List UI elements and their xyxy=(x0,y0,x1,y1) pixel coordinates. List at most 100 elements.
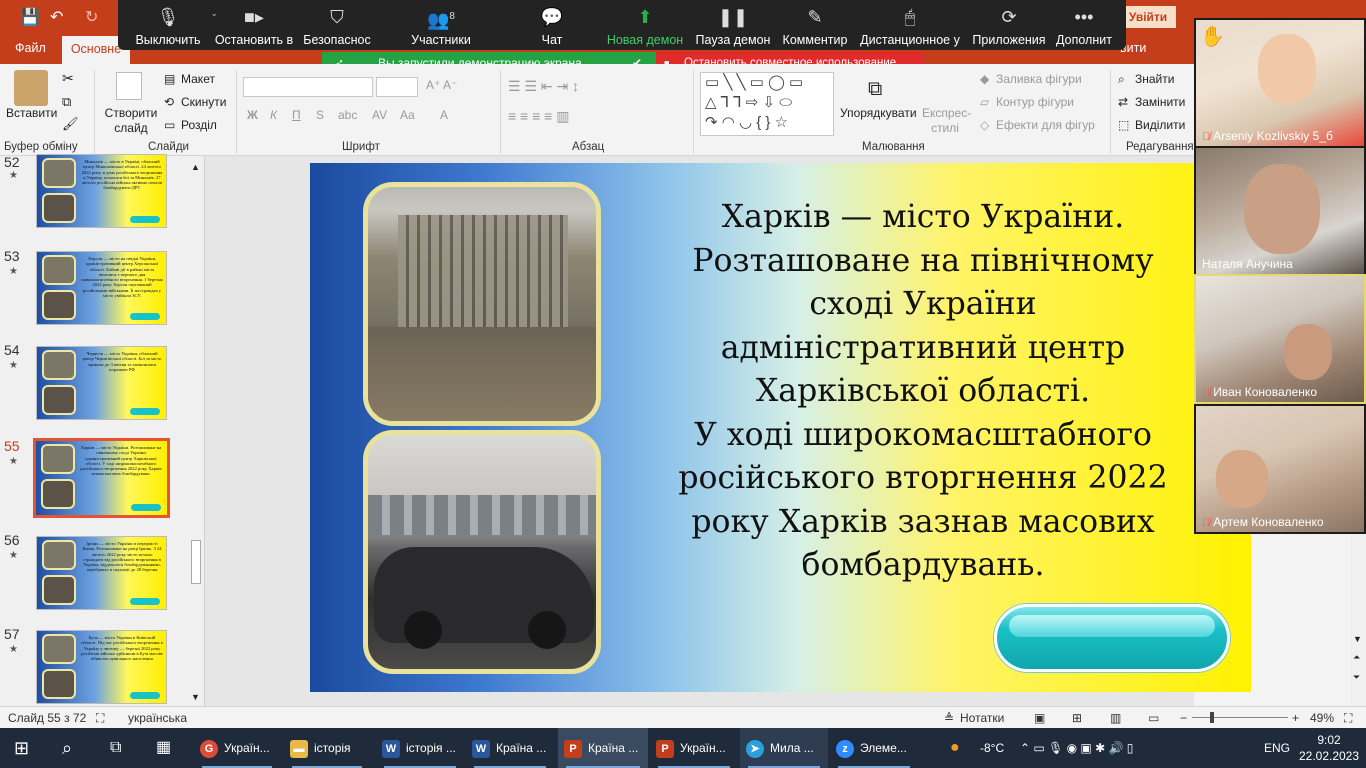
shapes-gallery[interactable]: ▭ ╲ ╲ ▭ ◯ ▭ △ ⅂ ⅂ ⇨ ⇩ ⬭ ↷ ◠ ◡ { } ☆ xyxy=(700,72,834,136)
thumbnail-scrollbar[interactable]: ▲ ▼ xyxy=(188,160,204,704)
zoom-in-icon[interactable]: + xyxy=(1292,711,1299,725)
shadow-icon[interactable]: S xyxy=(316,108,324,122)
taskbar-app-explorer[interactable]: ▬ історія xyxy=(284,728,370,768)
zoom-level[interactable]: 49% xyxy=(1310,711,1334,725)
shape-effects-button[interactable]: Ефекти для фігур xyxy=(996,118,1095,132)
annotate-button[interactable]: ✎ Комментир xyxy=(780,0,850,50)
zoom-slider[interactable] xyxy=(1192,717,1288,718)
find-button[interactable]: Знайти xyxy=(1135,72,1174,86)
taskbar-app-powerpoint-active[interactable]: P Країна ... xyxy=(558,728,648,768)
layout-button[interactable]: Макет xyxy=(181,72,215,86)
strikethrough-icon[interactable]: abc xyxy=(338,108,357,122)
apps-button[interactable]: ⟳ Приложения xyxy=(972,0,1046,50)
participant-video[interactable]: 🎙̸ Артем Коноваленко xyxy=(1196,406,1364,532)
search-icon: ⌕ xyxy=(1118,72,1125,86)
font-color-icon[interactable]: A xyxy=(440,108,448,122)
taskbar-app-zoom[interactable]: z Элеме... xyxy=(830,728,918,768)
slide-action-button[interactable] xyxy=(994,604,1230,672)
align-icon[interactable]: ≡ ≡ ≡ ≡ ▥ xyxy=(508,108,569,125)
zoom-slider-thumb[interactable] xyxy=(1210,712,1214,723)
slide-thumbnail[interactable]: Буча — місто України в Київській області… xyxy=(36,630,167,704)
scroll-down-icon[interactable]: ▼ xyxy=(191,692,200,702)
taskbar-app-chrome[interactable]: G Україн... xyxy=(194,728,280,768)
notes-button[interactable]: Нотатки xyxy=(960,711,1004,725)
scroll-thumb[interactable] xyxy=(191,540,201,584)
weather-temperature[interactable]: -8°C xyxy=(980,728,1004,768)
save-icon[interactable]: 💾 xyxy=(20,7,40,27)
mute-button[interactable]: 🎙 Выключить ⌄ xyxy=(128,0,218,50)
slide-thumbnail-active[interactable]: Харків — місто України. Розташоване на п… xyxy=(33,438,170,518)
tab-file[interactable]: Файл xyxy=(15,41,46,55)
task-view-icon[interactable]: ⧉ xyxy=(110,728,121,768)
sign-in-button[interactable]: Увійти xyxy=(1120,6,1176,28)
slide-thumbnail[interactable]: Херсон — місто на півдні України, адміні… xyxy=(36,251,167,325)
cut-icon[interactable]: ✂ xyxy=(62,70,74,87)
drawing-group-label: Малювання xyxy=(862,141,925,153)
clock[interactable]: 9:02 22.02.2023 xyxy=(1298,728,1360,768)
stop-video-button[interactable]: ■▸ Остановить в xyxy=(210,0,298,50)
scroll-down-icon[interactable]: ▼ xyxy=(1353,634,1362,644)
participant-video-active-speaker[interactable]: 🎙̸ Иван Коноваленко xyxy=(1194,274,1366,404)
pencil-icon: ✎ xyxy=(807,7,823,27)
shape-outline-button[interactable]: Контур фігури xyxy=(996,95,1074,109)
participants-button[interactable]: 👥8 Участники xyxy=(408,0,474,50)
windows-start-icon[interactable]: ⊞ xyxy=(14,728,29,768)
normal-view-icon[interactable]: ▣ xyxy=(1034,711,1045,725)
copy-icon[interactable]: ⧉ xyxy=(62,94,71,110)
replace-button[interactable]: Замінити xyxy=(1135,95,1185,109)
font-name-combo[interactable] xyxy=(243,77,373,97)
slide-thumbnail[interactable]: Чернігів — місто України, обласний центр… xyxy=(36,346,167,420)
underline-icon[interactable]: П xyxy=(292,108,301,122)
previous-slide-icon[interactable]: ⏶ xyxy=(1353,652,1360,663)
tray-icons[interactable]: ⌃ ▭ 🎙 ◉ ▣ ✱ 🔊 ▯ xyxy=(1020,728,1133,768)
participant-video[interactable]: Наталя Анучина xyxy=(1196,148,1364,274)
new-slide-button[interactable]: Створити слайд xyxy=(104,106,158,136)
taskbar-app-word[interactable]: Wісторія ... xyxy=(376,728,464,768)
bold-icon[interactable]: Ж xyxy=(247,108,258,122)
slide-thumbnail[interactable]: Ірпінь — місто України в передмісті Києв… xyxy=(36,536,167,610)
taskbar-app-telegram[interactable]: ➤ Мила ... xyxy=(740,728,828,768)
font-size-combo[interactable] xyxy=(376,77,418,97)
security-button[interactable]: ⛉ Безопаснос xyxy=(302,0,372,50)
slideshow-icon[interactable]: ▭ xyxy=(1148,711,1159,725)
pause-share-button[interactable]: ❚❚ Пауза демон xyxy=(692,0,774,50)
spell-check-icon[interactable]: ⛶ xyxy=(96,711,104,726)
increase-font-icon[interactable]: A⁺ A⁻ xyxy=(426,78,457,92)
redo-icon[interactable]: ↻ xyxy=(85,7,98,27)
paste-button[interactable]: Вставити xyxy=(6,106,57,120)
weather-sun-icon[interactable]: ● xyxy=(950,728,960,768)
arrange-button[interactable]: Упорядкувати xyxy=(840,106,917,120)
remote-control-button[interactable]: 🖱 Дистанционное у xyxy=(860,0,960,50)
zoom-out-icon[interactable]: − xyxy=(1180,711,1187,725)
scroll-up-icon[interactable]: ▲ xyxy=(191,162,200,172)
next-slide-icon[interactable]: ⏷ xyxy=(1353,672,1360,683)
slide-text-box[interactable]: Харків — місто України. Розташоване на п… xyxy=(660,196,1186,588)
fit-to-window-icon[interactable]: ⛶ xyxy=(1344,711,1352,726)
reset-button[interactable]: Скинути xyxy=(181,95,226,109)
select-button[interactable]: Виділити xyxy=(1135,118,1185,132)
taskbar-app-word[interactable]: W Країна ... xyxy=(466,728,554,768)
quick-styles-button[interactable]: Експрес-стилі xyxy=(922,106,971,136)
undo-icon[interactable]: ↶ xyxy=(50,7,63,27)
format-painter-icon[interactable]: 🖌 xyxy=(62,116,79,132)
participant-video[interactable]: ✋ 🎙̸ Arseniy Kozlivskiy 5_б xyxy=(1196,20,1364,146)
spacing-icon[interactable]: AV xyxy=(372,108,387,122)
calculator-icon[interactable]: ▦ xyxy=(156,728,171,768)
chat-button[interactable]: 💬 Чат xyxy=(532,0,572,50)
language-indicator[interactable]: українська xyxy=(128,711,187,725)
kharkiv-admin-building-photo[interactable] xyxy=(363,182,601,426)
slide-sorter-icon[interactable]: ⊞ xyxy=(1072,711,1082,725)
section-button[interactable]: Розділ xyxy=(181,118,217,132)
bullets-icon[interactable]: ☰ ☰ ⇤ ⇥ ↕ xyxy=(508,78,579,95)
destroyed-car-photo[interactable] xyxy=(363,430,601,674)
shape-fill-button[interactable]: Заливка фігури xyxy=(996,72,1082,86)
search-icon[interactable]: ⌕ xyxy=(62,728,72,768)
taskbar-app-powerpoint[interactable]: P Україн... xyxy=(650,728,738,768)
input-language[interactable]: ENG xyxy=(1264,728,1290,768)
case-icon[interactable]: Aa xyxy=(400,108,415,122)
slide-thumbnail[interactable]: Миколаїв — місто в Україні, обласний цен… xyxy=(36,154,167,228)
italic-icon[interactable]: К xyxy=(270,108,277,122)
reading-view-icon[interactable]: ▥ xyxy=(1110,711,1121,725)
new-share-button[interactable]: ⬆ Новая демон xyxy=(606,0,684,50)
more-button[interactable]: ••• Дополнит xyxy=(1054,0,1114,50)
